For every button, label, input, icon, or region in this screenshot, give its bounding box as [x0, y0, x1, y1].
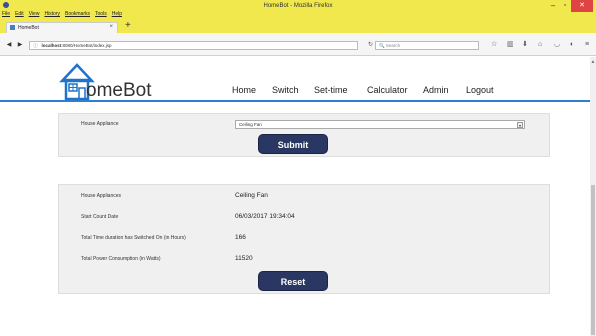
info-icon[interactable]: ⓘ — [33, 43, 38, 48]
pocket-icon[interactable]: ◡ — [554, 41, 560, 49]
result-value-duration: 166 — [235, 234, 246, 241]
url-path: :8080/HomeBot/index.jsp — [61, 43, 112, 48]
result-value-power: 11520 — [235, 255, 253, 262]
menu-file[interactable]: File — [2, 11, 10, 17]
menu-bar: File Edit View History Bookmarks Tools H… — [2, 11, 122, 17]
submit-button[interactable]: Submit — [258, 134, 328, 154]
header-divider — [0, 100, 590, 102]
result-label-power: Total Power Consumption (in Watts) — [81, 256, 161, 262]
navigation-bar: ◀ ▶ ⓘ localhost:8080/HomeBot/index.jsp ↻ … — [0, 33, 596, 56]
search-input[interactable]: 🔍 Search — [375, 41, 479, 50]
menu-tools[interactable]: Tools — [95, 11, 107, 17]
nav-calculator[interactable]: Calculator — [367, 85, 408, 95]
appliance-select-value: Ceiling Fan — [239, 122, 262, 127]
download-icon[interactable]: ⬇ — [522, 41, 528, 49]
scroll-thumb[interactable] — [591, 185, 595, 335]
menu-icon[interactable]: ≡ — [585, 41, 589, 49]
scroll-up-icon[interactable]: ▲ — [590, 59, 596, 65]
url-host: localhost — [41, 43, 62, 48]
forward-icon[interactable]: ▶ — [15, 41, 25, 49]
tab-label: HomeBot — [18, 25, 39, 31]
reset-button[interactable]: Reset — [258, 271, 328, 291]
page-content: omeBot Home Switch Set-time Calculator A… — [0, 57, 590, 336]
search-placeholder: Search — [385, 43, 401, 48]
result-label-duration: Total Time duration has Switched On (in … — [81, 235, 186, 241]
appliance-form-panel: House Appliance Ceiling Fan ▾ Submit — [58, 113, 550, 157]
nav-home[interactable]: Home — [232, 85, 256, 95]
menu-edit[interactable]: Edit — [15, 11, 24, 17]
chevron-down-icon[interactable]: ▾ — [517, 122, 523, 128]
menu-bookmarks[interactable]: Bookmarks — [65, 11, 90, 17]
new-tab-button[interactable]: + — [125, 20, 131, 31]
sync-icon[interactable]: ◐ — [570, 41, 574, 49]
page-scrollbar[interactable]: ▲ — [590, 57, 596, 336]
nav-logout[interactable]: Logout — [466, 85, 494, 95]
back-icon[interactable]: ◀ — [4, 41, 14, 49]
result-value-appliance: Ceiling Fan — [235, 192, 268, 199]
appliance-label: House Appliance — [81, 121, 119, 127]
reload-icon[interactable]: ↻ — [368, 41, 373, 48]
nav-set-time[interactable]: Set-time — [314, 85, 348, 95]
home-icon[interactable]: ⌂ — [538, 41, 542, 49]
url-bar[interactable]: ⓘ localhost:8080/HomeBot/index.jsp — [29, 41, 358, 50]
logo-text: omeBot — [86, 80, 152, 101]
favicon-icon — [10, 25, 15, 30]
result-value-start-date: 06/03/2017 19:34:04 — [235, 213, 295, 220]
maximize-button[interactable]: ▫ — [559, 0, 571, 12]
close-tab-icon[interactable]: × — [109, 24, 113, 30]
star-icon[interactable]: ☆ — [491, 41, 497, 49]
nav-switch[interactable]: Switch — [272, 85, 299, 95]
close-window-button[interactable]: ✕ — [571, 0, 593, 12]
title-bar: HomeBot - Mozilla Firefox File Edit View… — [0, 0, 596, 21]
nav-admin[interactable]: Admin — [423, 85, 449, 95]
minimize-button[interactable]: – — [547, 0, 559, 12]
appliance-select[interactable]: Ceiling Fan ▾ — [235, 120, 525, 129]
results-panel: House Appliances Ceiling Fan Start Count… — [58, 184, 550, 294]
result-label-start-date: Start Count Date — [81, 214, 119, 220]
result-label-appliance: House Appliances — [81, 193, 122, 199]
menu-view[interactable]: View — [29, 11, 40, 17]
window-title: HomeBot - Mozilla Firefox — [263, 3, 333, 9]
tab-homebot[interactable]: HomeBot × — [6, 22, 118, 33]
menu-history[interactable]: History — [44, 11, 60, 17]
menu-help[interactable]: Help — [112, 11, 122, 17]
library-icon[interactable]: ▥ — [507, 41, 514, 49]
